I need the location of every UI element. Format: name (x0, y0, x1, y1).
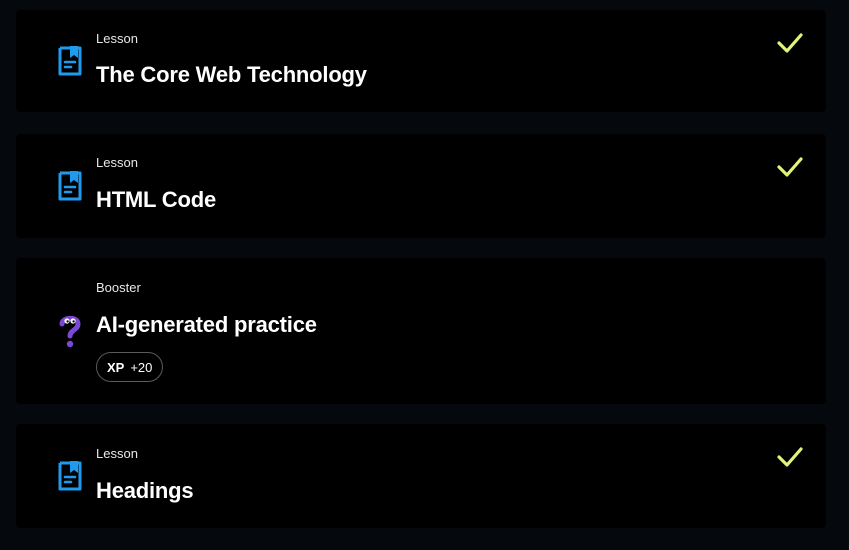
lesson-document-icon (56, 169, 84, 203)
lesson-list: Lesson The Core Web Technology Lesson HT… (0, 0, 849, 550)
xp-reward-badge: XP +20 (96, 352, 164, 382)
card-kind-label: Lesson (96, 446, 138, 461)
question-mark-mascot-icon (56, 314, 84, 348)
card-title: AI-generated practice (96, 312, 317, 337)
card-title: HTML Code (96, 187, 217, 212)
lesson-card-headings[interactable]: Lesson Headings (16, 424, 826, 528)
completed-check-icon (777, 157, 803, 177)
xp-value: +20 (130, 359, 153, 375)
lesson-document-icon (56, 44, 84, 78)
card-kind-label: Lesson (96, 31, 138, 46)
completed-check-icon (777, 33, 803, 53)
lesson-document-icon (56, 459, 84, 493)
lesson-card-the-core-web-technology[interactable]: Lesson The Core Web Technology (16, 10, 826, 112)
booster-card-ai-generated-practice[interactable]: Booster AI-generated practice XP +20 (16, 258, 826, 404)
card-kind-label: Lesson (96, 155, 138, 170)
card-title: Headings (96, 478, 194, 503)
lesson-card-html-code[interactable]: Lesson HTML Code (16, 134, 826, 238)
card-title: The Core Web Technology (96, 62, 367, 87)
completed-check-icon (777, 447, 803, 467)
card-kind-label: Booster (96, 280, 141, 295)
xp-label: XP (107, 359, 125, 375)
